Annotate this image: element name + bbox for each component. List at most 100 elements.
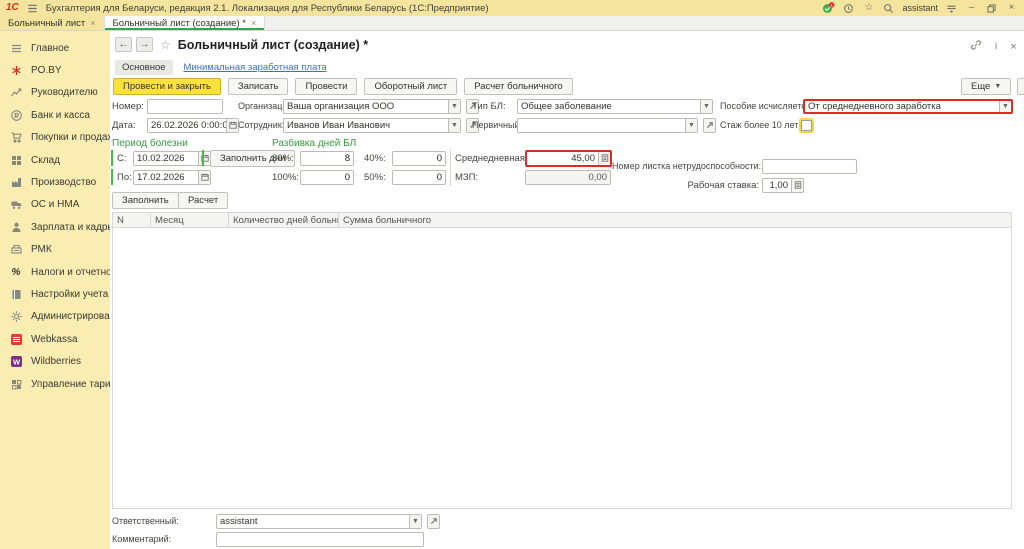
post-button[interactable]: Провести xyxy=(295,78,357,95)
help-button[interactable]: ? xyxy=(1017,78,1024,95)
cart-icon xyxy=(9,131,23,144)
sidebar-item-sklad[interactable]: Склад xyxy=(0,149,110,171)
restore-button[interactable] xyxy=(985,2,998,15)
favorite-star-icon[interactable]: ☆ xyxy=(160,38,171,52)
calendar-icon[interactable] xyxy=(226,119,238,132)
sick-number-input[interactable] xyxy=(762,159,857,174)
rate-input[interactable]: 1,00 xyxy=(762,178,804,193)
benefit-combo[interactable]: От среднедневного заработка▼ xyxy=(803,99,1013,114)
tab-bolnichny-list-sozdanie[interactable]: Больничный лист (создание) * × xyxy=(105,16,266,30)
sidebar-item-bank-i-kassa[interactable]: Банк и касса xyxy=(0,104,110,126)
col-n[interactable]: N xyxy=(113,213,151,227)
col-month[interactable]: Месяц xyxy=(151,213,229,227)
history-icon[interactable] xyxy=(842,2,855,15)
calendar-icon[interactable] xyxy=(198,171,210,184)
table-calc-button[interactable]: Расчет xyxy=(178,192,228,209)
sidebar-item-nastroyki-ucheta[interactable]: Настройки учета xyxy=(0,283,110,305)
sidebar-item-pokupki-i-prodazhi[interactable]: Покупки и продажи xyxy=(0,127,110,149)
col-sum[interactable]: Сумма больничного xyxy=(339,213,1011,227)
sidebar-item-rmk[interactable]: РМК xyxy=(0,239,110,261)
p40-input[interactable]: 0 xyxy=(392,151,446,166)
primary-open-button[interactable] xyxy=(703,118,716,133)
service-menu-icon[interactable] xyxy=(945,2,958,15)
1c-logo: 1С xyxy=(6,3,19,13)
p80-input[interactable]: 8 xyxy=(300,151,354,166)
seniority-checkbox[interactable] xyxy=(801,120,812,131)
p40-label: 40%: xyxy=(364,153,389,164)
tab-bolnichny-list[interactable]: Больничный лист × xyxy=(0,16,105,30)
avg-daily-input[interactable]: 45,00 xyxy=(525,150,612,167)
sick-calc-button[interactable]: Расчет больничного xyxy=(464,78,572,95)
asterisk-icon xyxy=(9,64,23,77)
turnover-sheet-button[interactable]: Оборотный лист xyxy=(364,78,457,95)
comment-label: Комментарий: xyxy=(112,534,178,544)
titlebar-actions: 1 ☆ assistant – × xyxy=(822,2,1018,15)
table-fill-button[interactable]: Заполнить xyxy=(112,192,179,209)
primary-combo[interactable]: ▼ xyxy=(517,118,698,133)
tab-close-icon[interactable]: × xyxy=(90,18,95,28)
sidebar-item-glavnoe[interactable]: Главное xyxy=(0,37,110,59)
truck-icon xyxy=(9,198,23,211)
comment-input[interactable] xyxy=(216,532,424,547)
sidebar-item-label: PO.BY xyxy=(31,65,62,76)
nav-link-min-wage[interactable]: Минимальная заработная плата xyxy=(184,62,327,73)
p100-label: 100%: xyxy=(272,172,297,183)
sidebar-item-wildberries[interactable]: WWildberries xyxy=(0,350,110,372)
bl-type-combo[interactable]: Общее заболевание▼ xyxy=(517,99,713,114)
sidebar-item-po-by[interactable]: PO.BY xyxy=(0,59,110,81)
search-icon[interactable] xyxy=(882,2,895,15)
tab-close-icon[interactable]: × xyxy=(251,18,256,28)
favorites-star-icon[interactable]: ☆ xyxy=(862,2,875,15)
calculator-icon[interactable] xyxy=(791,179,803,192)
dropdown-icon[interactable]: ▼ xyxy=(448,100,460,113)
post-and-close-button[interactable]: Провести и закрыть xyxy=(113,78,221,95)
sidebar-item-administrirovanie[interactable]: Администрирование xyxy=(0,306,110,328)
gear-icon xyxy=(9,310,23,323)
current-user[interactable]: assistant xyxy=(902,3,938,13)
sidebar-item-label: Настройки учета xyxy=(31,289,108,300)
dropdown-icon[interactable]: ▼ xyxy=(409,515,421,528)
number-input[interactable] xyxy=(147,99,223,114)
responsible-combo[interactable]: assistant▼ xyxy=(216,514,422,529)
main-menu-icon[interactable] xyxy=(26,2,39,15)
seniority-label: Стаж более 10 лет: xyxy=(720,120,798,130)
sidebar-item-upravlenie-tarifom[interactable]: Управление тарифом xyxy=(0,373,110,395)
from-date-input[interactable]: 10.02.2026 xyxy=(133,151,211,166)
calculator-icon[interactable] xyxy=(598,152,610,165)
form-close-icon[interactable]: × xyxy=(1010,41,1016,53)
notifications-icon[interactable]: 1 xyxy=(822,2,835,15)
p100-input[interactable]: 0 xyxy=(300,170,354,185)
sidebar-item-nalogi-i-otchetnost[interactable]: %Налоги и отчетность xyxy=(0,261,110,283)
dropdown-icon[interactable]: ▼ xyxy=(448,119,460,132)
table-body[interactable] xyxy=(112,228,1012,509)
p50-input[interactable]: 0 xyxy=(392,170,446,185)
calendar-icon[interactable] xyxy=(198,152,210,165)
dropdown-icon[interactable]: ▼ xyxy=(700,100,712,113)
minimize-button[interactable]: – xyxy=(965,2,978,15)
sidebar-item-label: Зарплата и кадры xyxy=(31,222,115,233)
dropdown-icon[interactable]: ▼ xyxy=(999,101,1011,112)
responsible-open-button[interactable] xyxy=(427,514,440,529)
org-combo[interactable]: Ваша организация ООО▼ xyxy=(283,99,461,114)
sidebar-item-zarplata-i-kadry[interactable]: Зарплата и кадры xyxy=(0,216,110,238)
sidebar-item-rukovoditelyu[interactable]: Руководителю xyxy=(0,82,110,104)
more-button[interactable]: Еще▼ xyxy=(961,78,1011,95)
tab-label: Больничный лист xyxy=(8,18,85,29)
primary-label: Первичный: xyxy=(472,120,514,130)
get-link-icon[interactable] xyxy=(970,39,982,54)
col-days[interactable]: Количество дней больничного xyxy=(229,213,339,227)
sidebar-item-webkassa[interactable]: Webkassa xyxy=(0,328,110,350)
close-button[interactable]: × xyxy=(1005,2,1018,15)
back-button[interactable]: ← xyxy=(115,37,132,52)
forward-button[interactable]: → xyxy=(136,37,153,52)
sidebar-item-label: Покупки и продажи xyxy=(31,132,120,143)
info-icon[interactable]: i xyxy=(995,41,997,52)
sidebar-item-proizvodstvo[interactable]: Производство xyxy=(0,171,110,193)
to-date-input[interactable]: 17.02.2026 xyxy=(133,170,211,185)
save-button[interactable]: Записать xyxy=(228,78,289,95)
employee-combo[interactable]: Иванов Иван Иванович▼ xyxy=(283,118,461,133)
dropdown-icon[interactable]: ▼ xyxy=(685,119,697,132)
sidebar-item-os-i-nma[interactable]: ОС и НМА xyxy=(0,194,110,216)
nav-tab-main[interactable]: Основное xyxy=(115,60,173,75)
date-input[interactable]: 26.02.2026 0:00:00 xyxy=(147,118,239,133)
